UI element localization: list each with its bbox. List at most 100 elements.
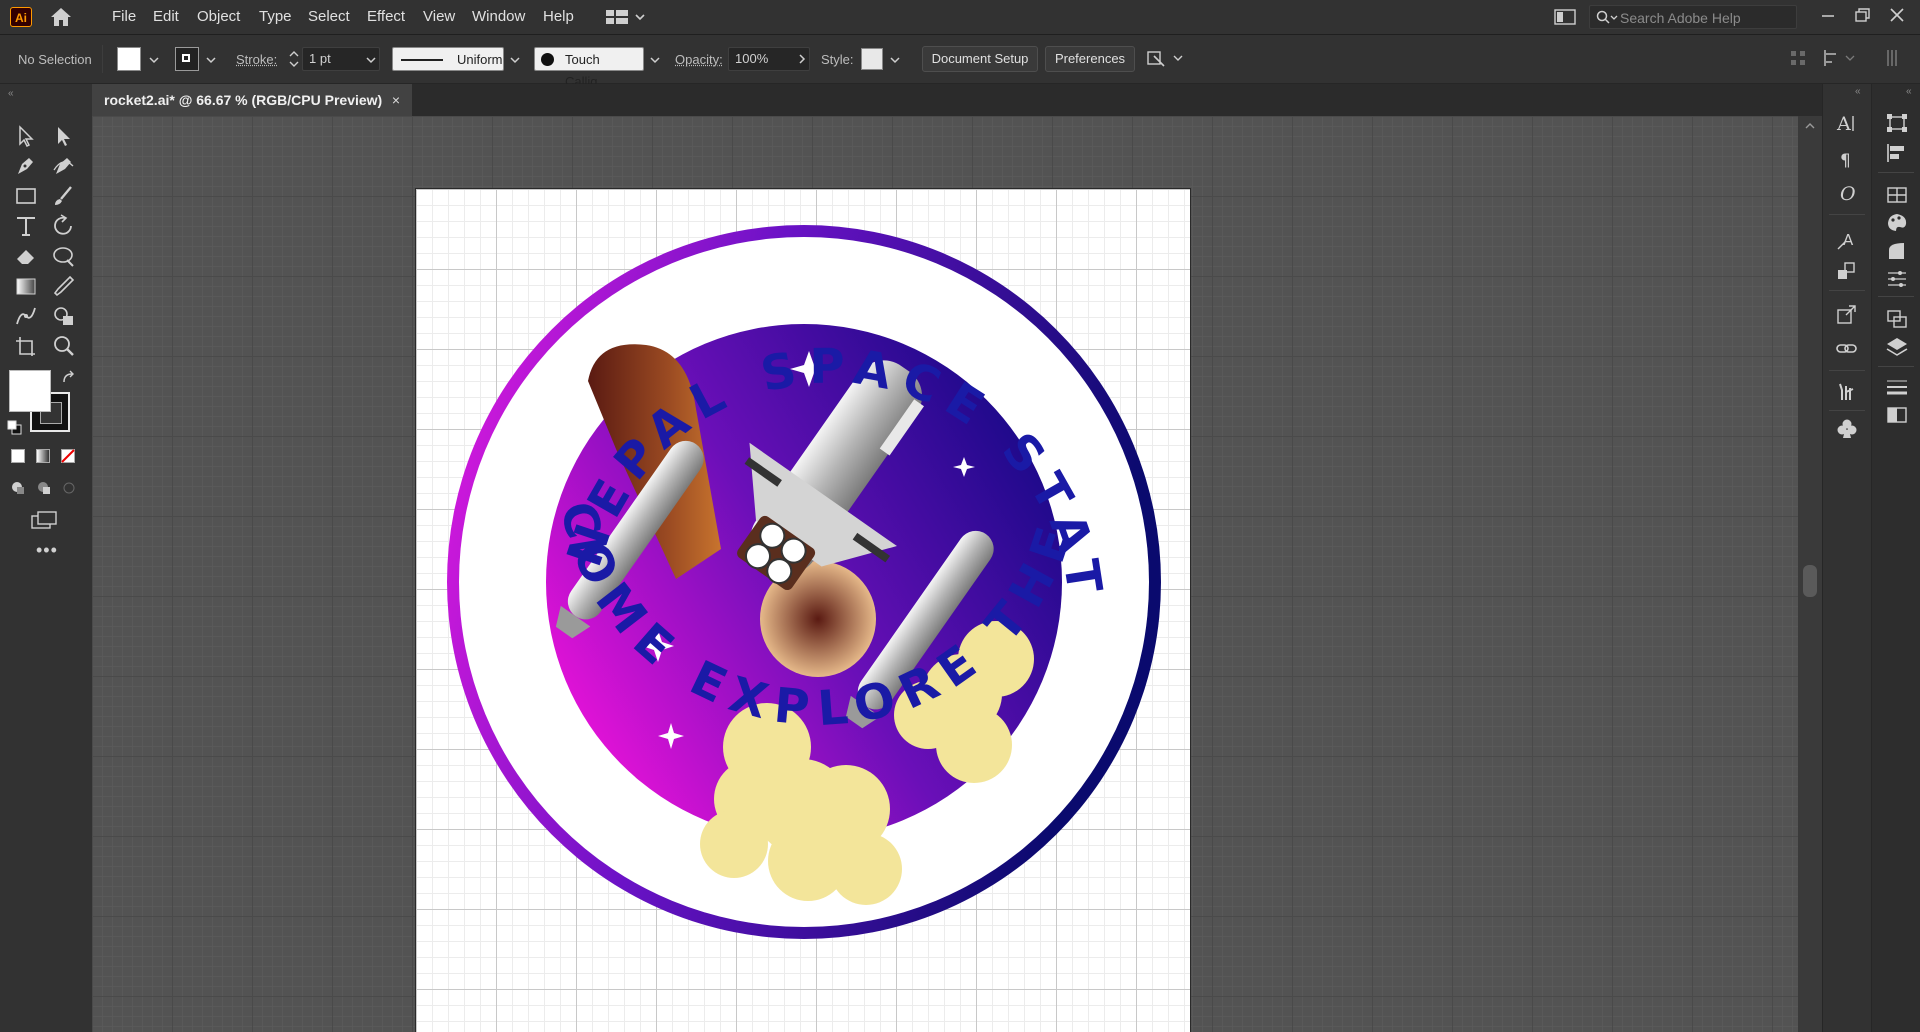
close-tab-icon[interactable]: ×: [392, 84, 400, 116]
transform-icon[interactable]: [1885, 112, 1909, 134]
fill-color-swatch[interactable]: [117, 47, 141, 71]
edit-toolbar-icon[interactable]: •••: [36, 540, 58, 561]
puppet-warp-panel-icon[interactable]: [1835, 380, 1859, 402]
menu-edit[interactable]: Edit: [153, 8, 179, 25]
stroke-panel-icon[interactable]: [1885, 376, 1909, 398]
swap-fill-stroke-icon[interactable]: [60, 370, 78, 386]
rotate-tool-icon[interactable]: [51, 214, 77, 238]
arrange-documents-icon[interactable]: [1146, 48, 1186, 70]
artboard[interactable]: NEPAL SPACE STATION COME EXPLORE THE WOR…: [415, 188, 1191, 1032]
transparency-panel-icon[interactable]: [1885, 404, 1909, 426]
more-options-icon[interactable]: [1884, 47, 1904, 69]
pen-tool-icon[interactable]: [13, 154, 39, 178]
direct-selection-tool-icon[interactable]: [51, 124, 77, 148]
collapse-dock-icon[interactable]: «: [1906, 86, 1912, 97]
collapse-panel-icon[interactable]: «: [8, 88, 14, 99]
document-setup-button[interactable]: Document Setup: [922, 46, 1038, 72]
rectangle-tool-icon[interactable]: [13, 184, 39, 208]
glyphs-panel-icon[interactable]: A: [1835, 230, 1859, 252]
stroke-color-swatch[interactable]: [175, 47, 199, 71]
divider: [102, 45, 103, 73]
menu-file[interactable]: File: [112, 8, 136, 25]
chevron-down-icon[interactable]: [206, 55, 216, 65]
gradient-tool-icon[interactable]: [13, 274, 39, 298]
menu-window[interactable]: Window: [472, 8, 525, 25]
align-icon[interactable]: [1885, 142, 1909, 164]
stroke-label[interactable]: Stroke:: [236, 52, 277, 67]
transform-panel-icon[interactable]: [1822, 47, 1858, 69]
menu-help[interactable]: Help: [543, 8, 574, 25]
close-window-icon[interactable]: [1885, 4, 1909, 26]
warp-tool-icon[interactable]: [51, 244, 77, 268]
search-help-input[interactable]: Search Adobe Help: [1589, 5, 1797, 29]
scroll-up-icon[interactable]: [1805, 122, 1815, 130]
club-icon[interactable]: [1835, 418, 1859, 440]
curvature-tool-icon[interactable]: [51, 154, 77, 178]
dock-divider: [1829, 410, 1865, 411]
chevron-down-icon[interactable]: [510, 55, 520, 65]
chevron-down-icon[interactable]: [650, 55, 660, 65]
paintbrush-tool-icon[interactable]: [51, 184, 77, 208]
menu-view[interactable]: View: [423, 8, 455, 25]
style-label: Style:: [821, 52, 854, 67]
home-icon[interactable]: [48, 6, 74, 28]
menu-select[interactable]: Select: [308, 8, 350, 25]
stroke-weight-value: 1 pt: [309, 51, 331, 66]
variable-width-profile-dropdown[interactable]: Uniform: [392, 47, 504, 71]
document-tab[interactable]: rocket2.ai* @ 66.67 % (RGB/CPU Preview) …: [92, 84, 412, 116]
fill-color-box[interactable]: [9, 370, 51, 412]
type-tool-icon[interactable]: [13, 214, 39, 238]
menu-type[interactable]: Type: [259, 8, 292, 25]
chevron-down-icon[interactable]: [366, 55, 376, 65]
panel-dock-primary: « A ¶ O A: [1822, 84, 1871, 1032]
panel-dock-secondary: «: [1871, 84, 1920, 1032]
eyedropper-tool-icon[interactable]: [51, 274, 77, 298]
canvas[interactable]: NEPAL SPACE STATION COME EXPLORE THE WOR…: [92, 116, 1798, 1032]
links-panel-icon[interactable]: [1835, 338, 1859, 360]
gradient-panel-icon[interactable]: [1885, 240, 1909, 262]
workspace-switcher-icon[interactable]: [606, 9, 646, 25]
dock-divider: [1829, 214, 1865, 215]
chevron-down-icon[interactable]: [149, 55, 159, 65]
chevron-right-icon[interactable]: [797, 54, 807, 64]
menu-object[interactable]: Object: [197, 8, 240, 25]
paragraph-panel-icon[interactable]: ¶: [1835, 148, 1859, 170]
minimize-icon[interactable]: [1816, 4, 1840, 26]
selection-tool-icon[interactable]: [13, 124, 39, 148]
panel-toggle-icon[interactable]: [1554, 9, 1576, 25]
shape-builder-tool-icon[interactable]: [51, 304, 77, 328]
svg-text:A: A: [1843, 231, 1854, 249]
none-mode-icon[interactable]: [61, 449, 75, 463]
symbols-panel-icon[interactable]: [1835, 260, 1859, 282]
swatches-panel-icon[interactable]: [1885, 184, 1909, 206]
scrollbar-thumb[interactable]: [1803, 565, 1817, 597]
preferences-button[interactable]: Preferences: [1045, 46, 1135, 72]
zoom-tool-icon[interactable]: [51, 334, 77, 358]
opentype-panel-icon[interactable]: O: [1835, 182, 1859, 204]
puppet-warp-tool-icon[interactable]: [13, 304, 39, 328]
screen-mode-icon[interactable]: [30, 510, 60, 532]
gradient-mode-icon[interactable]: [36, 449, 50, 463]
export-panel-icon[interactable]: [1835, 304, 1859, 326]
stroke-weight-stepper-icon[interactable]: [288, 47, 300, 71]
svg-text:O: O: [1840, 183, 1856, 204]
menu-effect[interactable]: Effect: [367, 8, 405, 25]
menu-bar: Ai File Edit Object Type Select Effect V…: [0, 0, 1920, 35]
character-panel-icon[interactable]: A: [1835, 112, 1859, 134]
graphic-style-swatch[interactable]: [861, 48, 883, 70]
color-panel-icon[interactable]: [1885, 212, 1909, 234]
opacity-label[interactable]: Opacity:: [675, 52, 723, 67]
properties-panel-icon[interactable]: [1885, 268, 1909, 290]
brush-definition-dropdown[interactable]: Touch Callig...: [534, 47, 644, 89]
chevron-down-icon[interactable]: [890, 55, 900, 65]
color-mode-icon[interactable]: [11, 449, 25, 463]
default-fill-stroke-icon[interactable]: [7, 420, 23, 436]
pathfinder-panel-icon[interactable]: [1885, 308, 1909, 330]
layers-panel-icon[interactable]: [1885, 336, 1909, 358]
collapse-dock-icon[interactable]: «: [1855, 86, 1861, 97]
eraser-tool-icon[interactable]: [13, 244, 39, 268]
artboard-tool-icon[interactable]: [13, 334, 39, 358]
draw-mode-icon[interactable]: [10, 479, 80, 497]
restore-icon[interactable]: [1850, 4, 1874, 26]
align-panel-icon[interactable]: [1788, 47, 1808, 69]
